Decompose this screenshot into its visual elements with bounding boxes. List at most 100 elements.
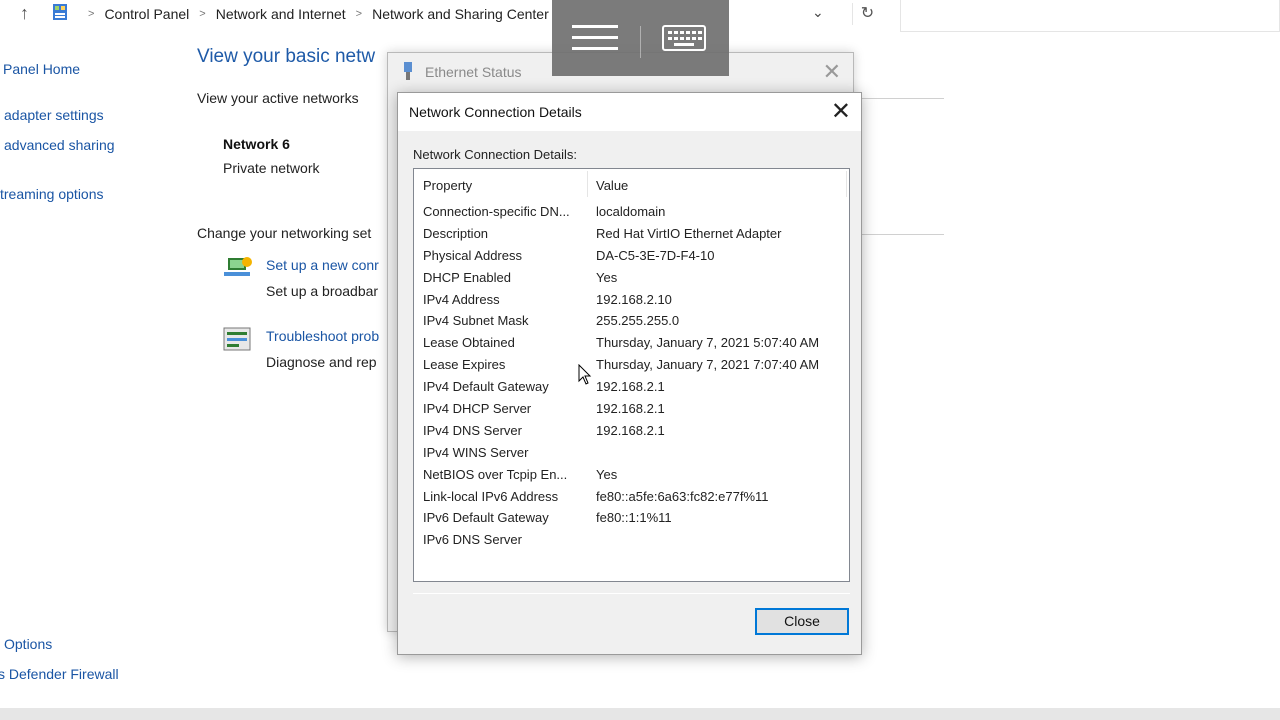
nav-advanced-sharing[interactable]: advanced sharing	[4, 137, 115, 153]
window-bottom-edge	[0, 708, 1280, 720]
table-row[interactable]: Description Red Hat VirtIO Ethernet Adapt…	[414, 224, 849, 246]
property-cell: IPv4 DHCP Server	[423, 401, 532, 417]
divider	[860, 98, 944, 99]
setup-connection-link[interactable]: Set up a new conr	[266, 257, 379, 273]
troubleshoot-link[interactable]: Troubleshoot prob	[266, 328, 379, 344]
property-cell: IPv4 Default Gateway	[423, 379, 549, 395]
ethernet-icon	[404, 62, 412, 80]
divider	[860, 234, 944, 235]
property-cell: DHCP Enabled	[423, 269, 511, 285]
divider	[413, 593, 850, 594]
property-cell: Description	[423, 225, 489, 241]
table-row[interactable]: IPv4 WINS Server	[414, 443, 849, 465]
column-divider[interactable]	[587, 171, 588, 197]
chevron-right-icon: >	[88, 8, 95, 20]
nav-control-panel-home[interactable]: Panel Home	[3, 61, 80, 77]
table-row[interactable]: Physical Address DA-C5-3E-7D-F4-10	[414, 246, 849, 268]
value-cell: Yes	[596, 269, 618, 285]
table-row[interactable]: Lease Obtained Thursday, January 7, 2021 …	[414, 333, 849, 355]
property-cell: IPv4 WINS Server	[423, 444, 529, 460]
chevron-right-icon: >	[355, 8, 363, 20]
value-cell: 192.168.2.10	[596, 291, 672, 307]
value-cell: localdomain	[596, 204, 666, 219]
table-row[interactable]: IPv4 Subnet Mask 255.255.255.0	[414, 311, 849, 333]
value-cell: Thursday, January 7, 2021 7:07:40 AM	[596, 357, 820, 373]
value-cell: 255.255.255.0	[596, 313, 680, 329]
details-list[interactable]: Property Value Connection-specific DN...…	[413, 168, 850, 582]
property-cell: IPv6 Default Gateway	[423, 510, 549, 526]
mouse-cursor-icon	[578, 364, 592, 385]
nav-options[interactable]: Options	[4, 636, 52, 652]
table-row[interactable]: IPv4 DHCP Server 192.168.2.1	[414, 399, 849, 421]
value-cell: 192.168.2.1	[596, 422, 665, 438]
remote-toolbar	[552, 0, 729, 76]
property-cell: Link-local IPv6 Address	[423, 488, 559, 504]
value-cell: Red Hat VirtIO Ethernet Adapter	[596, 225, 782, 241]
property-cell: Lease Expires	[423, 357, 506, 373]
property-cell: IPv6 DNS Server	[423, 532, 522, 548]
network-connection-details-dialog: Network Connection Details ✕ Network Con…	[397, 92, 862, 655]
table-row[interactable]: Connection-specific DN... localdomain	[414, 202, 849, 224]
column-value[interactable]: Value	[596, 178, 628, 193]
details-label: Network Connection Details:	[413, 147, 578, 162]
nav-defender-firewall[interactable]: s Defender Firewall	[0, 666, 119, 682]
close-icon[interactable]: ✕	[823, 59, 841, 85]
value-cell: 192.168.2.1	[596, 379, 665, 395]
table-row[interactable]: IPv4 Default Gateway 192.168.2.1	[414, 377, 849, 399]
details-rows: Connection-specific DN... localdomain Desc…	[414, 202, 849, 552]
breadcrumb-control-panel[interactable]: Control Panel	[104, 6, 189, 22]
setup-connection-desc: Set up a broadbar	[266, 283, 379, 299]
property-cell: IPv4 Address	[423, 291, 500, 307]
active-networks-label: View your active networks	[197, 90, 359, 106]
table-row[interactable]: Lease Expires Thursday, January 7, 2021 7…	[414, 355, 849, 377]
column-divider[interactable]	[846, 171, 847, 197]
refresh-icon[interactable]: ↻	[852, 3, 876, 25]
chevron-right-icon: >	[199, 8, 206, 20]
value-cell: DA-C5-3E-7D-F4-10	[596, 247, 715, 263]
breadcrumb-sharing-center[interactable]: Network and Sharing Center	[372, 6, 549, 22]
value-cell: Yes	[596, 466, 618, 482]
table-row[interactable]: IPv6 Default Gateway fe80::1:1%11	[414, 508, 849, 530]
dialog-titlebar: Network Connection Details ✕	[398, 93, 861, 131]
network-type: Private network	[223, 160, 320, 176]
breadcrumb-network-internet[interactable]: Network and Internet	[216, 6, 346, 22]
property-cell: IPv4 Subnet Mask	[423, 313, 529, 329]
value-cell: fe80::a5fe:6a63:fc82:e77f%11	[596, 488, 769, 504]
table-row[interactable]: IPv6 DNS Server	[414, 530, 849, 552]
table-row[interactable]: Link-local IPv6 Address fe80::a5fe:6a63:f…	[414, 487, 849, 509]
table-row[interactable]: IPv4 DNS Server 192.168.2.1	[414, 421, 849, 443]
property-cell: Physical Address	[423, 247, 522, 263]
keyboard-icon[interactable]	[662, 25, 706, 51]
up-arrow-icon[interactable]: ↑	[20, 3, 29, 24]
page-title: View your basic netw	[197, 46, 376, 67]
toolbar-divider	[640, 26, 641, 58]
column-property[interactable]: Property	[423, 178, 472, 193]
value-cell: Thursday, January 7, 2021 5:07:40 AM	[596, 335, 820, 351]
hamburger-menu-icon[interactable]	[572, 25, 620, 51]
network-name: Network 6	[223, 136, 290, 152]
control-panel-icon	[53, 4, 67, 20]
property-cell: Connection-specific DN...	[423, 204, 570, 219]
value-cell: 192.168.2.1	[596, 401, 665, 417]
breadcrumb: > Control Panel > Network and Internet >…	[78, 0, 549, 28]
dialog-title: Network Connection Details	[409, 104, 582, 120]
property-cell: IPv4 DNS Server	[423, 422, 522, 438]
ethernet-status-title: Ethernet Status	[425, 64, 522, 80]
change-settings-label: Change your networking set	[197, 225, 372, 241]
table-row[interactable]: IPv4 Address 192.168.2.10	[414, 290, 849, 312]
property-cell: NetBIOS over Tcpip En...	[423, 466, 568, 482]
chevron-down-icon[interactable]: ⌄	[812, 4, 824, 21]
nav-streaming-options[interactable]: treaming options	[0, 186, 104, 202]
value-cell: fe80::1:1%11	[596, 510, 672, 526]
nav-adapter-settings[interactable]: adapter settings	[4, 107, 104, 123]
table-row[interactable]: DHCP Enabled Yes	[414, 268, 849, 290]
address-bar: ↑ > Control Panel > Network and Internet…	[0, 0, 900, 28]
troubleshoot-desc: Diagnose and rep	[266, 354, 377, 370]
table-row[interactable]: NetBIOS over Tcpip En... Yes	[414, 465, 849, 487]
close-icon[interactable]: ✕	[831, 97, 851, 126]
property-cell: Lease Obtained	[423, 335, 515, 351]
list-header: Property Value	[414, 169, 849, 201]
troubleshoot-icon	[223, 327, 251, 351]
search-input[interactable]	[900, 0, 1280, 32]
close-button[interactable]: Close	[755, 608, 849, 635]
